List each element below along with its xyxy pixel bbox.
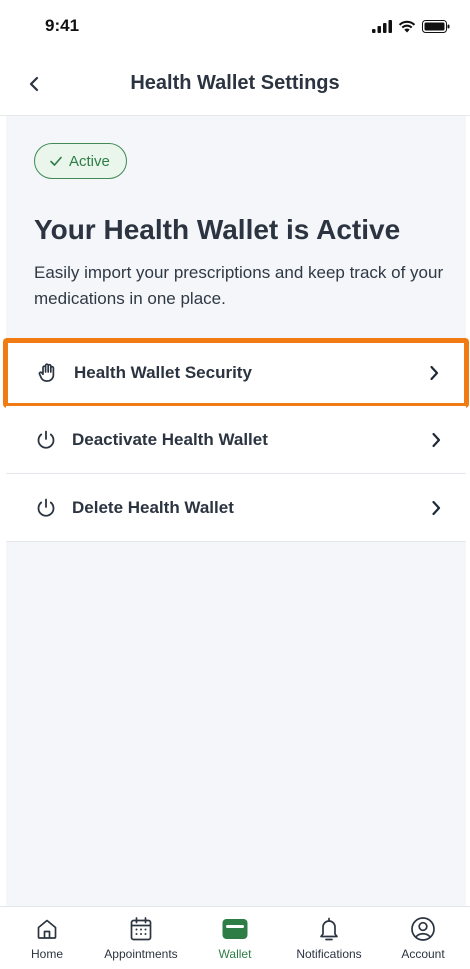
status-bar: 9:41 [0, 0, 470, 52]
tab-label: Appointments [104, 947, 178, 961]
tab-label: Account [401, 947, 445, 961]
chevron-right-icon [424, 363, 444, 383]
menu-item-label: Delete Health Wallet [72, 497, 234, 517]
hero-description: Easily import your prescriptions and kee… [34, 263, 444, 308]
tab-label: Wallet [218, 947, 252, 961]
signal-icon [372, 19, 392, 33]
bell-icon [315, 915, 343, 943]
main-content: Active Your Health Wallet is Active Easi… [5, 116, 467, 906]
tab-account[interactable]: Account [378, 915, 468, 961]
battery-icon [422, 19, 450, 33]
status-badge: Active [34, 143, 127, 179]
tab-label: Home [30, 947, 63, 961]
check-icon [50, 156, 62, 166]
tab-wallet[interactable]: Wallet [190, 915, 280, 961]
menu-item-label: Deactivate Health Wallet [72, 429, 268, 449]
back-button[interactable] [20, 70, 48, 98]
power-icon [34, 428, 58, 452]
account-icon [409, 915, 437, 943]
status-time: 9:41 [45, 16, 80, 35]
power-icon [34, 496, 58, 520]
menu-item-delete[interactable]: Delete Health Wallet [6, 474, 466, 542]
settings-menu: Health Wallet Security Deactivate Health… [5, 340, 467, 542]
tab-appointments[interactable]: Appointments [96, 915, 186, 961]
chevron-right-icon [426, 498, 446, 518]
chevron-left-icon [29, 76, 39, 92]
wallet-icon [221, 915, 249, 943]
home-icon [33, 915, 61, 943]
tab-label: Notifications [296, 947, 362, 961]
wifi-icon [398, 20, 416, 32]
menu-item-deactivate[interactable]: Deactivate Health Wallet [6, 406, 466, 474]
status-badge-label: Active [69, 152, 110, 170]
page-title: Health Wallet Settings [130, 72, 340, 94]
hand-icon [36, 361, 60, 385]
tab-notifications[interactable]: Notifications [284, 915, 374, 961]
calendar-icon [127, 915, 155, 943]
chevron-right-icon [426, 430, 446, 450]
status-icons [372, 19, 450, 33]
tab-home[interactable]: Home [2, 915, 92, 961]
hero-title: Your Health Wallet is Active [34, 214, 401, 245]
bottom-tab-bar: Home Appointments Wallet Notifications A… [0, 906, 470, 969]
menu-item-security[interactable]: Health Wallet Security [5, 340, 467, 406]
nav-header: Health Wallet Settings [0, 52, 470, 116]
menu-item-label: Health Wallet Security [74, 363, 252, 382]
